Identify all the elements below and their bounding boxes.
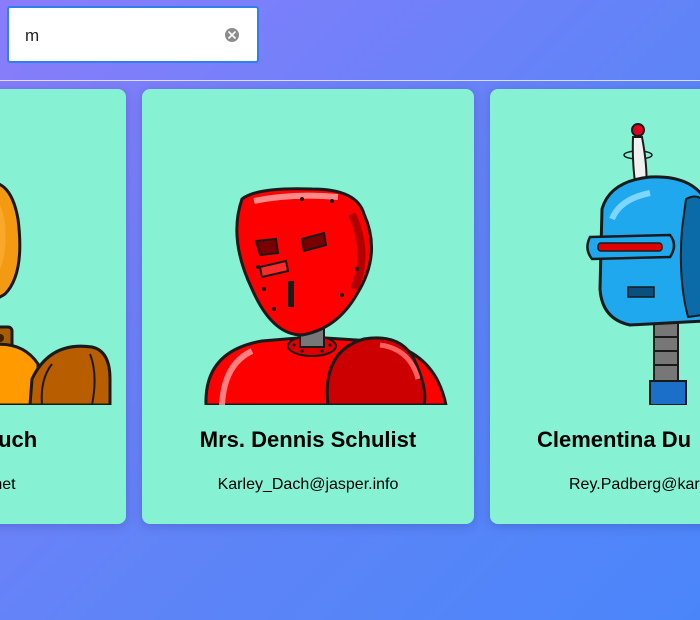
robot-card[interactable]: Clementina Du Rey.Padberg@kari <box>490 89 700 524</box>
card-name: Mrs. Dennis Schulist <box>199 427 417 452</box>
clear-circle-icon <box>228 31 236 39</box>
robot-card[interactable]: Mrs. Dennis Schulist Karley_Dach@jasper.… <box>142 89 474 524</box>
search-box[interactable] <box>7 6 259 63</box>
card-email: a.net <box>0 476 16 493</box>
card-email: Karley_Dach@jasper.info <box>217 476 399 493</box>
header-divider <box>0 80 700 81</box>
search-input[interactable] <box>25 22 215 50</box>
clear-search-button[interactable] <box>225 28 239 42</box>
card-name: Bauch <box>0 427 38 452</box>
card-email: Rey.Padberg@kari <box>569 476 700 493</box>
robot-card[interactable]: Bauch a.net <box>0 89 126 524</box>
red-robot-portrait <box>204 187 448 405</box>
blue-robot-portrait <box>586 123 700 405</box>
orange-robot-portrait <box>0 183 112 405</box>
card-name: Clementina Du <box>537 427 692 452</box>
